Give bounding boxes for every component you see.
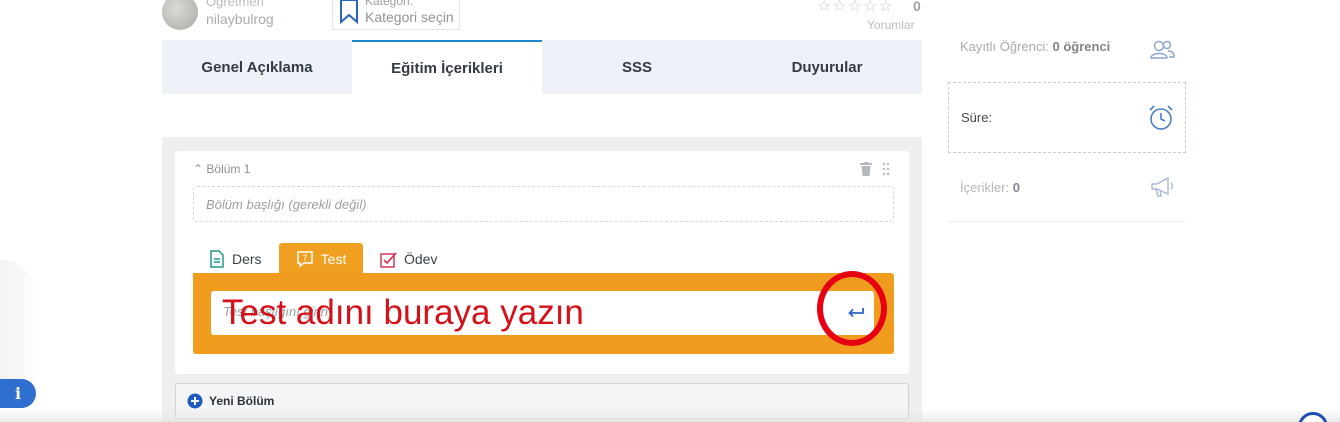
tab-announcements[interactable]: Duyurular <box>732 40 922 94</box>
annotation-highlight-circle <box>817 271 887 346</box>
bookmark-icon <box>340 0 358 24</box>
question-bubble-icon: ? <box>296 251 313 268</box>
page: Öğretmen nilaybulrog Kategori: Kategori … <box>0 0 1340 422</box>
alarm-clock-icon <box>1149 105 1173 130</box>
chevron-up-icon: ⌃ <box>193 162 207 176</box>
category-selector[interactable]: Kategori: Kategori seçin <box>332 0 460 30</box>
drag-handle-icon[interactable] <box>882 162 890 176</box>
trash-icon[interactable] <box>860 162 872 176</box>
rating-stars: ☆☆☆☆☆ <box>817 0 894 15</box>
svg-text:?: ? <box>302 254 307 264</box>
rating-count: 0 <box>913 0 921 14</box>
annotation-overlay-text: Test adını buraya yazın <box>222 293 584 332</box>
teacher-avatar[interactable] <box>162 0 198 30</box>
duration-label: Süre: <box>961 110 993 125</box>
tab-training-contents[interactable]: Eğitim İçerikleri <box>352 40 542 94</box>
document-icon <box>210 250 224 268</box>
contents-row: İçerikler: 0 <box>948 155 1186 222</box>
enrolled-students-row: Kayıtlı Öğrenci: 0 öğrenci <box>948 20 1186 80</box>
duration-row: Süre: <box>948 82 1186 153</box>
info-button[interactable]: i <box>0 379 36 408</box>
content-tab-assignment[interactable]: Ödev <box>380 243 437 275</box>
content-tab-lesson-label: Ders <box>232 251 262 267</box>
category-label: Kategori: <box>365 0 414 8</box>
section-card: ⌃ Bölüm 1 Bölüm başlığı (gerekli değil) <box>175 151 909 374</box>
users-icon <box>1150 40 1175 59</box>
content-tab-test-label: Test <box>320 251 347 267</box>
contents-value: 0 <box>1012 180 1020 195</box>
enrolled-students-value: 0 öğrenci <box>1052 39 1111 54</box>
bottom-fade <box>0 408 1340 422</box>
course-header: Öğretmen nilaybulrog Kategori: Kategori … <box>162 0 922 40</box>
teacher-role-label: Öğretmen <box>206 0 264 9</box>
tab-faq[interactable]: SSS <box>542 40 732 94</box>
reviews-link[interactable]: Yorumlar <box>867 18 915 32</box>
section-collapse-toggle[interactable]: ⌃ Bölüm 1 <box>193 162 250 176</box>
new-section-label: Yeni Bölüm <box>209 394 275 408</box>
content-tab-assignment-label: Ödev <box>404 251 438 267</box>
checkbox-edit-icon <box>380 251 397 268</box>
plus-circle-icon <box>187 393 203 409</box>
teacher-name[interactable]: nilaybulrog <box>206 11 274 27</box>
content-tab-test[interactable]: ? Test <box>279 243 363 275</box>
category-value: Kategori seçin <box>365 9 454 25</box>
enrolled-students-label: Kayıtlı Öğrenci: <box>960 39 1049 54</box>
content-panel: ⌃ Bölüm 1 Bölüm başlığı (gerekli değil) <box>162 137 922 422</box>
course-tabs: Genel Açıklama Eğitim İçerikleri SSS Duy… <box>162 40 922 94</box>
megaphone-icon <box>1151 176 1174 197</box>
section-title: Bölüm 1 <box>206 162 251 176</box>
contents-label: İçerikler: <box>960 180 1010 195</box>
section-title-input[interactable]: Bölüm başlığı (gerekli değil) <box>193 186 894 222</box>
test-entry-box: Test başlığını girin Test adını buraya y… <box>193 273 894 354</box>
content-tab-lesson[interactable]: Ders <box>209 243 262 275</box>
test-title-input[interactable]: Test başlığını girin Test adını buraya y… <box>211 291 874 335</box>
tab-general-description[interactable]: Genel Açıklama <box>162 40 352 94</box>
